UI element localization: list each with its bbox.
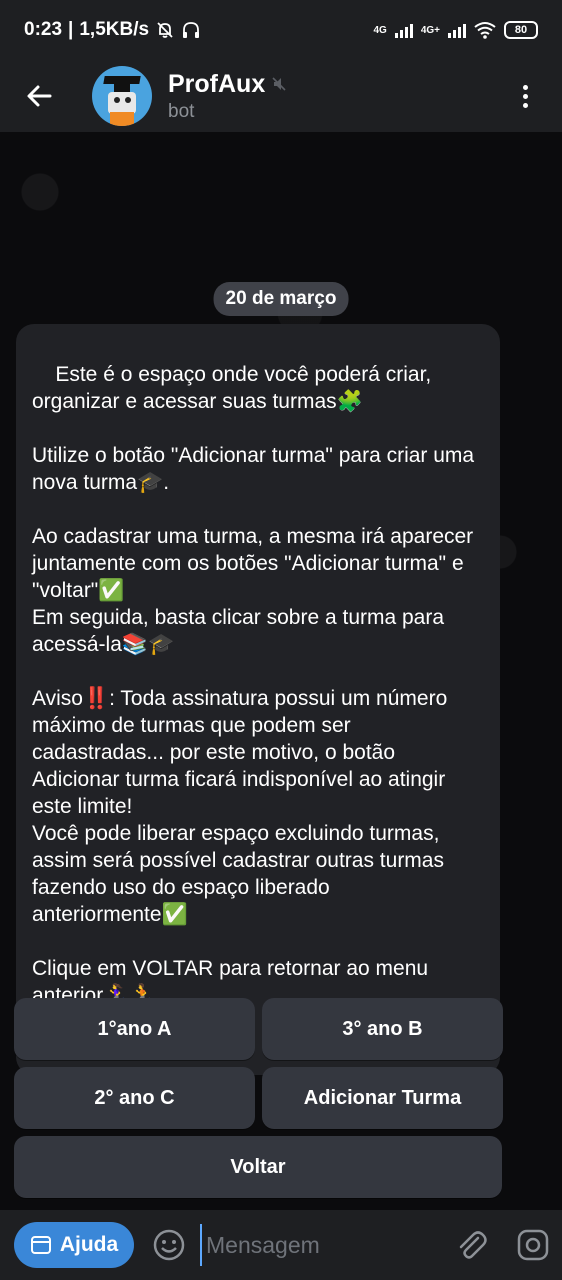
keyboard-button-1ano-a[interactable]: 1°ano A bbox=[14, 998, 255, 1060]
add-class-button[interactable]: Adicionar Turma bbox=[262, 1067, 503, 1129]
headphones-icon bbox=[183, 22, 200, 38]
chat-header: ProfAux bot bbox=[0, 60, 562, 132]
keyboard-button-2ano-c[interactable]: 2° ano C bbox=[14, 1067, 255, 1129]
status-divider: | bbox=[68, 19, 74, 40]
more-vertical-icon[interactable] bbox=[510, 76, 540, 116]
chat-subtitle: bot bbox=[168, 100, 195, 122]
help-button[interactable]: Ajuda bbox=[14, 1222, 134, 1268]
message-input[interactable] bbox=[200, 1224, 438, 1266]
status-bar: 0:23 | 1,5KB/s 4G 4G+ 80 bbox=[0, 0, 562, 60]
signal-icon-2 bbox=[448, 22, 466, 38]
emoji-icon[interactable] bbox=[152, 1228, 186, 1262]
message-text: Este é o espaço onde você poderá criar, … bbox=[32, 363, 475, 1007]
bot-avatar[interactable] bbox=[92, 66, 152, 126]
back-menu-button[interactable]: Voltar bbox=[14, 1136, 502, 1198]
keyboard-button-3ano-b[interactable]: 3° ano B bbox=[262, 998, 503, 1060]
camera-icon[interactable] bbox=[516, 1228, 550, 1262]
battery-icon: 80 bbox=[504, 21, 538, 39]
back-arrow-icon bbox=[27, 85, 52, 107]
chat-title-block[interactable]: ProfAux bot bbox=[168, 70, 287, 123]
date-separator: 20 de março bbox=[213, 282, 349, 316]
chat-area[interactable]: 20 de março Este é o espaço onde você po… bbox=[0, 132, 562, 1210]
window-icon bbox=[30, 1236, 51, 1254]
network-type-1: 4G bbox=[373, 24, 387, 36]
message-bubble[interactable]: Este é o espaço onde você poderá criar, … bbox=[16, 324, 500, 1075]
wifi-icon bbox=[474, 22, 496, 39]
signal-icon bbox=[394, 22, 413, 38]
bell-off-icon bbox=[157, 22, 173, 38]
back-button[interactable] bbox=[20, 76, 60, 116]
status-time: 0:23 bbox=[24, 19, 63, 40]
network-type-2: 4G+ bbox=[420, 24, 440, 36]
muted-icon bbox=[272, 77, 286, 91]
chat-title: ProfAux bbox=[168, 69, 266, 98]
help-label: Ajuda bbox=[59, 1233, 119, 1256]
input-bar: Ajuda bbox=[0, 1210, 562, 1280]
status-speed: 1,5KB/s bbox=[79, 19, 150, 40]
attach-icon[interactable] bbox=[454, 1228, 488, 1262]
